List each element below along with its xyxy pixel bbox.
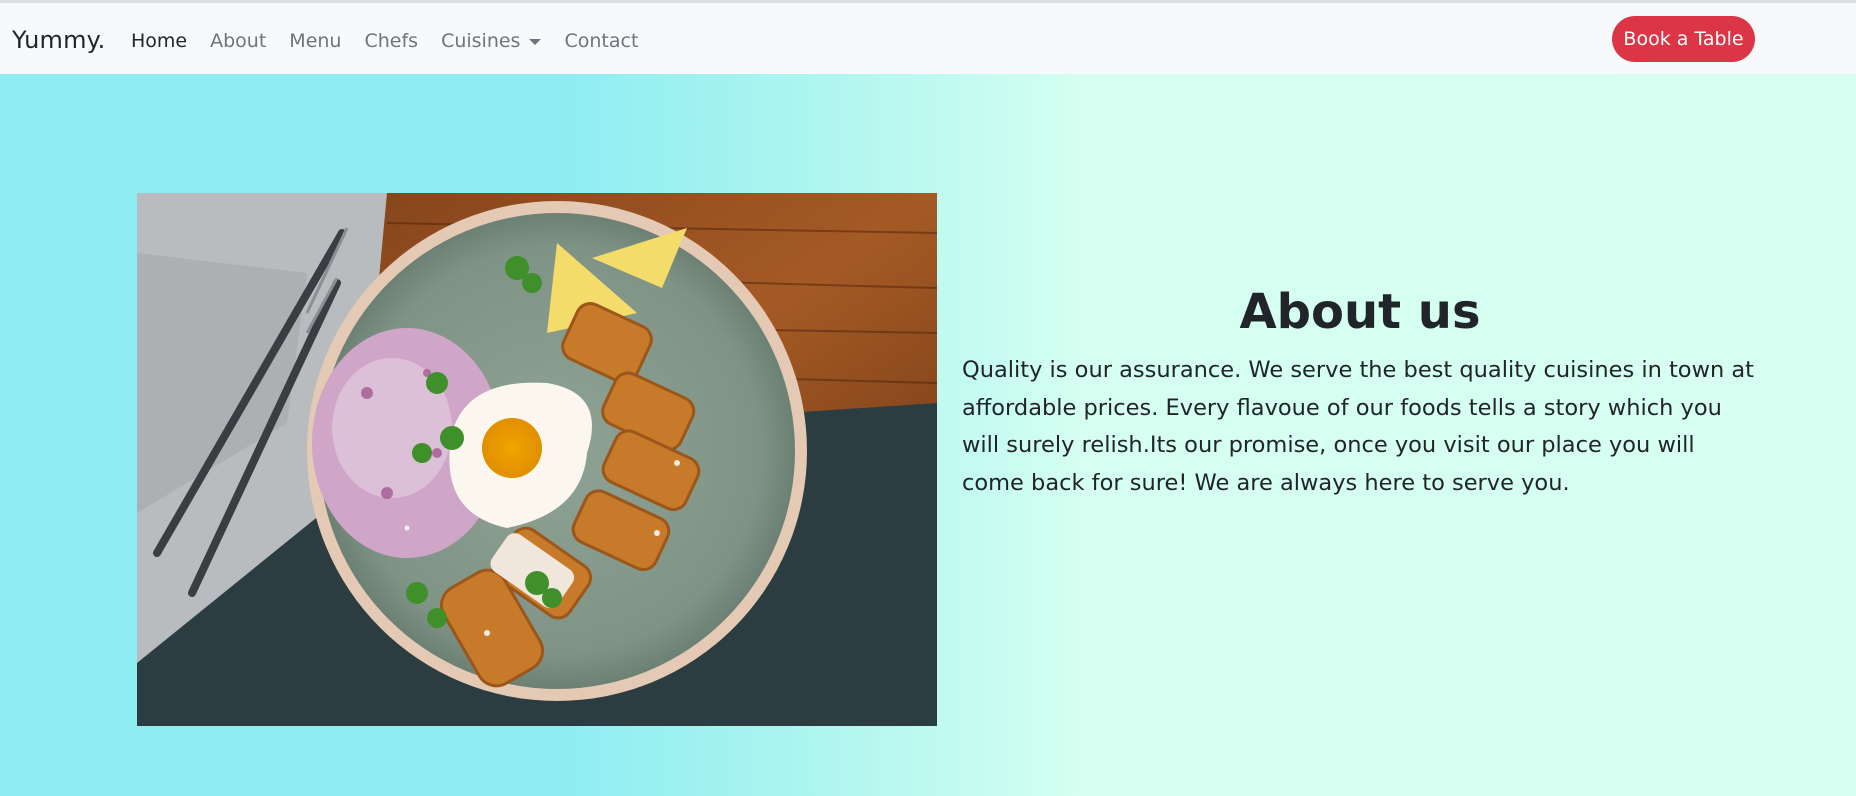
food-photo bbox=[137, 193, 937, 726]
nav-link-about[interactable]: About bbox=[210, 30, 266, 52]
nav-link-chefs[interactable]: Chefs bbox=[364, 30, 418, 52]
navbar: Yummy. Home About Menu Chefs Cuisines Co… bbox=[0, 3, 1856, 74]
about-title: About us bbox=[1239, 284, 1481, 340]
about-description: Quality is our assurance. We serve the b… bbox=[962, 357, 1754, 496]
dropdown-caret-icon bbox=[529, 39, 542, 45]
nav-link-home[interactable]: Home bbox=[131, 30, 187, 52]
about-section: About us Quality is our assurance. We se… bbox=[0, 74, 1856, 796]
nav-link-menu[interactable]: Menu bbox=[289, 30, 341, 52]
book-table-button[interactable]: Book a Table bbox=[1612, 16, 1755, 62]
brand-logo[interactable]: Yummy. bbox=[12, 26, 106, 54]
nav-dropdown-cuisines-label: Cuisines bbox=[441, 30, 521, 52]
nav-link-contact[interactable]: Contact bbox=[564, 30, 638, 52]
nav-links: Home About Menu Chefs Cuisines Contact bbox=[131, 30, 661, 52]
nav-dropdown-cuisines[interactable]: Cuisines bbox=[441, 30, 542, 52]
